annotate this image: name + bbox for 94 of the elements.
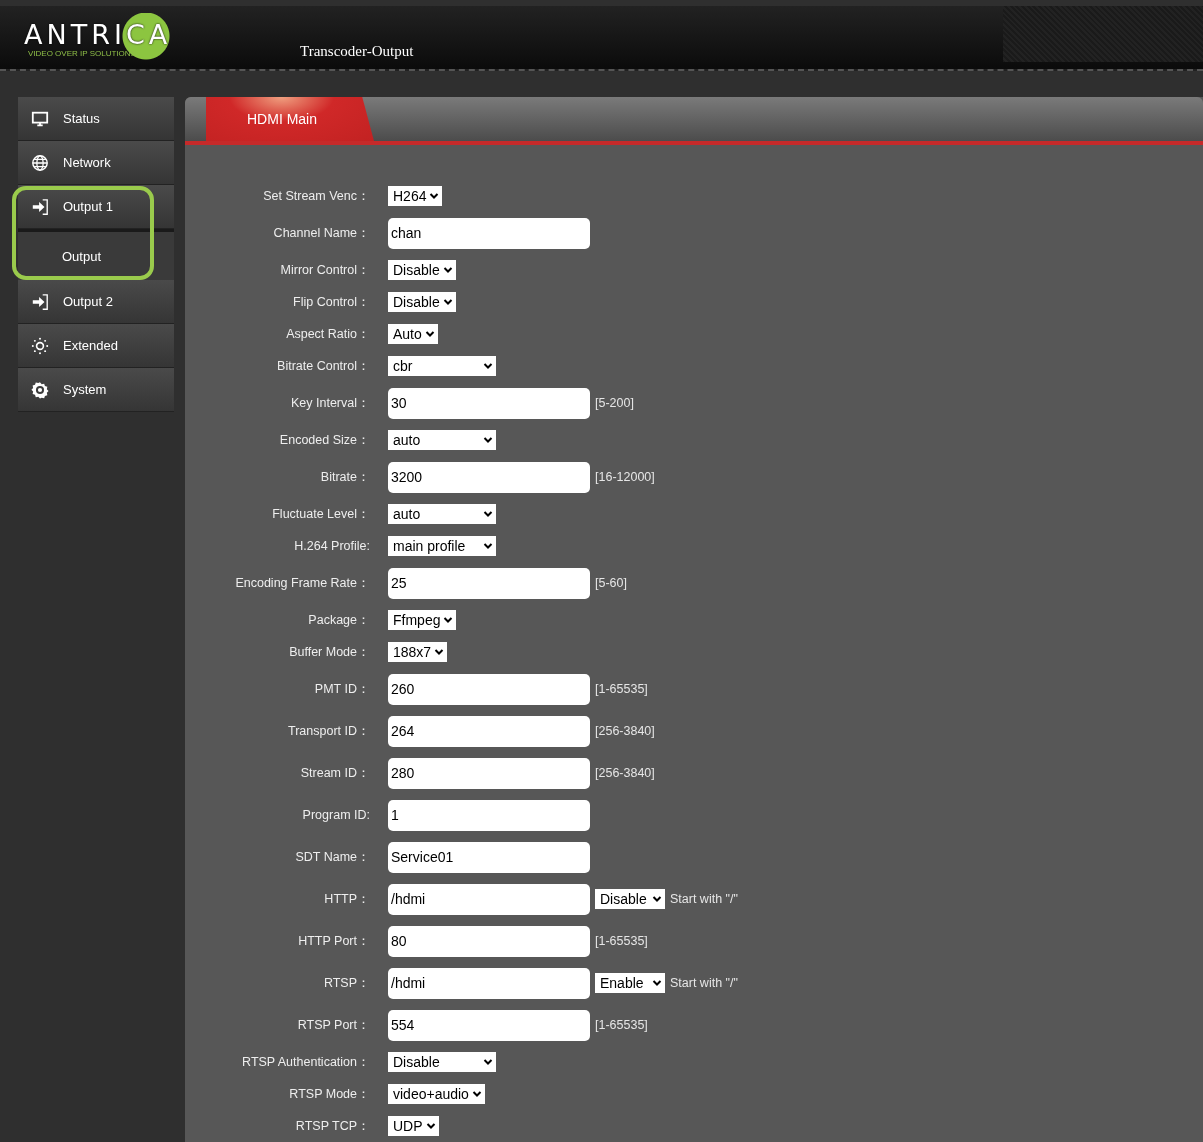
field-label: RTSP Authentication： [241, 1053, 370, 1071]
tab[interactable]: HDMI Main [206, 97, 374, 141]
hint-text: [5-200] [595, 396, 634, 410]
hint-text: [256-3840] [595, 724, 655, 738]
field-label: Key Interval： [290, 394, 370, 412]
field-label: Bitrate Control： [276, 357, 370, 375]
sidebar-item[interactable]: System [18, 368, 174, 412]
input-field[interactable]: 3200 [388, 461, 590, 493]
input-field[interactable]: 30 [388, 387, 590, 419]
sidebar-item[interactable]: Extended [18, 324, 174, 368]
hint-text: Start with "/" [670, 892, 738, 906]
enter-icon [31, 292, 49, 311]
field-label: Set Stream Venc： [262, 187, 370, 205]
field-label: Channel Name： [272, 224, 370, 242]
settings-icon [31, 380, 49, 399]
chevron-icon [442, 298, 453, 306]
dropdown[interactable]: Enable [595, 973, 665, 993]
field-label: HTTP： [323, 890, 370, 908]
input-field[interactable]: 80 [388, 925, 590, 957]
input-field[interactable]: Service01 [388, 841, 590, 873]
field-label: Mirror Control： [279, 261, 370, 279]
sidebar-item[interactable]: Status [18, 97, 174, 141]
chevron-icon [443, 616, 454, 624]
hint-text: [1-65535] [595, 682, 648, 696]
hint-text: [256-3840] [595, 766, 655, 780]
field-label: PMT ID： [313, 680, 370, 698]
input-field[interactable]: 280 [388, 757, 590, 789]
hint-text: [5-60] [595, 576, 627, 590]
chevron-icon [652, 895, 662, 903]
field-label: SDT Name： [294, 848, 370, 866]
chevron-icon [429, 192, 440, 200]
chevron-icon [434, 648, 445, 656]
field-label: Bitrate： [319, 468, 370, 486]
dropdown[interactable]: main profile [388, 536, 496, 556]
enter-icon [31, 197, 49, 216]
dropdown[interactable]: Disable [388, 292, 456, 312]
dropdown[interactable]: Disable [388, 260, 456, 280]
field-label: Buffer Mode： [288, 643, 370, 661]
chevron-icon [424, 330, 435, 338]
sun-icon [31, 336, 49, 355]
sidebar-item[interactable]: Network [18, 141, 174, 185]
hint-text: [16-12000] [595, 470, 655, 484]
input-field[interactable]: /hdmi [388, 967, 590, 999]
input-field[interactable]: 1 [388, 799, 590, 831]
chevron-icon [652, 979, 662, 987]
chevron-icon [483, 362, 493, 370]
chevron-icon [425, 1122, 436, 1130]
monitor-icon [31, 109, 49, 128]
dropdown[interactable]: 188x7 [388, 642, 448, 662]
dropdown[interactable]: Ffmpeg [388, 610, 457, 630]
field-label: Transport ID： [287, 722, 370, 740]
dropdown[interactable]: auto [388, 430, 496, 450]
field-label: RTSP TCP： [294, 1117, 370, 1135]
field-label: RTSP： [322, 974, 370, 992]
field-label: RTSP Port： [296, 1016, 370, 1034]
globe-icon [31, 153, 49, 172]
sidebar-item[interactable]: Output 1 [18, 185, 174, 229]
chevron-icon [483, 1058, 493, 1066]
field-label: H.264 Profile: [293, 539, 370, 553]
sidebar-item[interactable]: Output 2 [18, 280, 174, 324]
field-label: Stream ID： [299, 764, 370, 782]
field-label: Aspect Ratio： [285, 325, 370, 343]
chevron-icon [483, 436, 493, 444]
page-title: Transcoder-Output [300, 43, 414, 60]
dropdown[interactable]: video+audio [388, 1084, 485, 1104]
dropdown[interactable]: auto [388, 504, 496, 524]
dropdown[interactable]: Auto [388, 324, 438, 344]
field-label: RTSP Mode： [288, 1085, 370, 1103]
dropdown[interactable]: cbr [388, 356, 496, 376]
dropdown[interactable]: Disable [388, 1052, 496, 1072]
field-label: Encoded Size： [278, 431, 370, 449]
dropdown[interactable]: Disable [595, 889, 665, 909]
input-field[interactable]: 25 [388, 567, 590, 599]
field-label: Package： [307, 611, 370, 629]
hint-text: [1-65535] [595, 1018, 648, 1032]
field-label: HTTP Port： [297, 932, 370, 950]
dropdown[interactable]: H264 [388, 186, 443, 206]
chevron-icon [442, 266, 453, 274]
dropdown[interactable]: UDP [388, 1116, 439, 1136]
chevron-icon [483, 510, 493, 518]
input-field[interactable]: 264 [388, 715, 590, 747]
input-field[interactable]: chan [388, 217, 590, 249]
input-field[interactable]: 260 [388, 673, 590, 705]
input-field[interactable]: /hdmi [388, 883, 590, 915]
input-field[interactable]: 554 [388, 1009, 590, 1041]
hint-text: Start with "/" [670, 976, 738, 990]
field-label: Flip Control： [292, 293, 370, 311]
chevron-icon [471, 1090, 482, 1098]
field-label: Program ID: [301, 808, 370, 822]
field-label: Fluctuate Level： [271, 505, 370, 523]
chevron-icon [483, 542, 493, 550]
field-label: Encoding Frame Rate： [234, 574, 370, 592]
sidebar-subitem[interactable]: Output [18, 229, 174, 280]
hint-text: [1-65535] [595, 934, 648, 948]
